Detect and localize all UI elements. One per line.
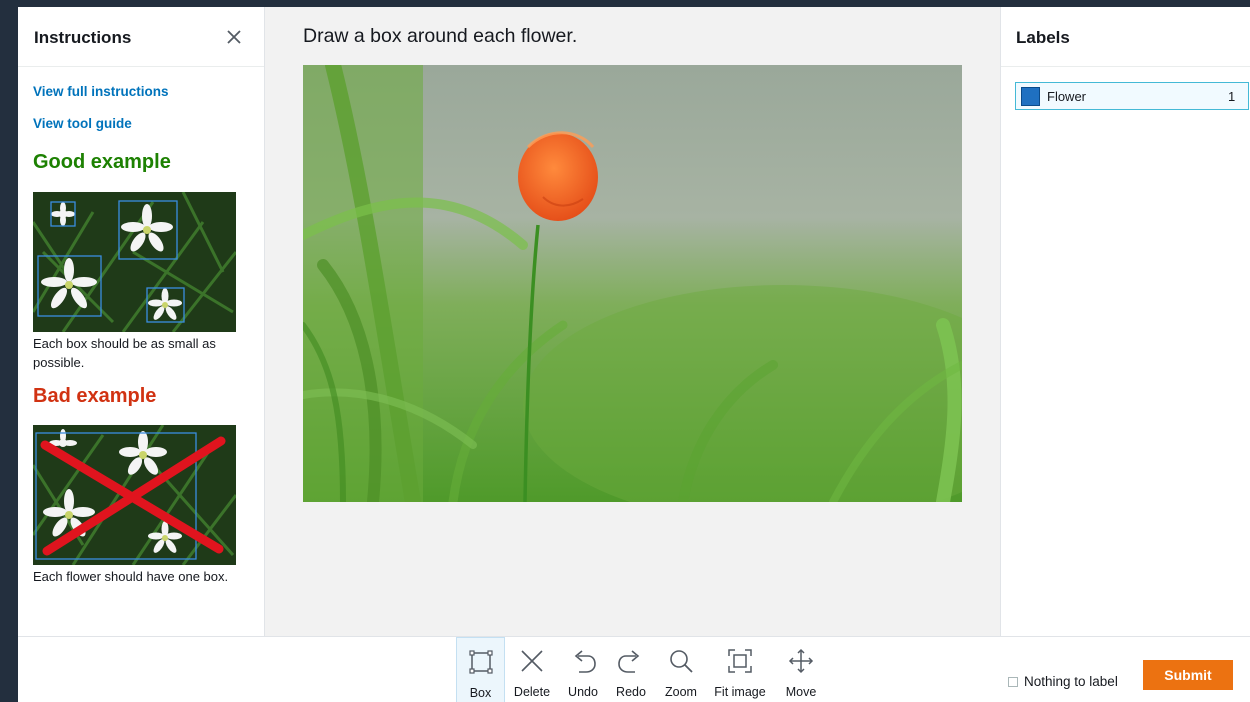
redo-icon xyxy=(618,650,640,673)
delete-tool-button[interactable]: Delete xyxy=(508,637,556,702)
bottom-toolbar: Box Delete Undo Redo Zoom Fit image Move… xyxy=(18,636,1250,702)
close-icon xyxy=(227,30,241,44)
checkbox-box[interactable] xyxy=(1008,677,1018,687)
instructions-panel: Instructions View full instructions View… xyxy=(18,7,265,636)
bad-example-heading: Bad example xyxy=(33,385,157,407)
box-tool-label: Box xyxy=(469,686,492,700)
labels-panel: Labels Flower 1 xyxy=(1000,7,1250,636)
close-icon xyxy=(521,650,543,672)
move-tool-button[interactable]: Move xyxy=(776,637,826,702)
instructions-header: Instructions xyxy=(18,7,264,67)
redo-tool-button[interactable]: Redo xyxy=(609,637,653,702)
box-icon xyxy=(468,650,493,674)
delete-tool-label: Delete xyxy=(513,685,551,699)
zoom-icon xyxy=(670,650,693,673)
submit-button[interactable]: Submit xyxy=(1143,660,1233,690)
undo-icon xyxy=(574,650,596,673)
nothing-to-label-text: Nothing to label xyxy=(1024,674,1118,689)
label-color-swatch xyxy=(1021,87,1040,106)
label-count: 1 xyxy=(1228,89,1236,104)
image-canvas[interactable] xyxy=(303,65,962,502)
zoom-tool-label: Zoom xyxy=(665,685,697,699)
move-tool-label: Move xyxy=(785,685,817,699)
label-name: Flower xyxy=(1047,89,1087,104)
view-full-instructions-link[interactable]: View full instructions xyxy=(33,84,169,99)
box-tool-button[interactable]: Box xyxy=(456,637,505,702)
labeling-app: Instructions View full instructions View… xyxy=(18,7,1250,702)
zoom-tool-button[interactable]: Zoom xyxy=(657,637,705,702)
fit-image-icon xyxy=(728,649,752,673)
close-instructions-button[interactable] xyxy=(224,27,244,47)
good-example-heading: Good example xyxy=(33,151,171,173)
task-prompt: Draw a box around each flower. xyxy=(303,25,578,47)
nothing-to-label-checkbox[interactable]: Nothing to label xyxy=(1008,673,1138,691)
redo-tool-label: Redo xyxy=(616,685,646,699)
labels-title: Labels xyxy=(1016,28,1070,47)
labels-header: Labels xyxy=(1001,7,1250,67)
bad-example-caption: Each flower should have one box. xyxy=(33,569,229,584)
fit-image-tool-button[interactable]: Fit image xyxy=(711,637,769,702)
bad-example-image xyxy=(33,425,236,565)
view-tool-guide-link[interactable]: View tool guide xyxy=(33,116,132,131)
fit-image-tool-label: Fit image xyxy=(714,685,766,699)
instructions-title: Instructions xyxy=(34,28,132,47)
label-item-flower[interactable]: Flower 1 xyxy=(1015,82,1249,110)
good-example-image xyxy=(33,192,236,332)
undo-tool-button[interactable]: Undo xyxy=(560,637,606,702)
undo-tool-label: Undo xyxy=(568,685,598,699)
move-icon xyxy=(788,648,814,674)
good-example-caption: Each box should be as small as possible. xyxy=(33,336,216,370)
